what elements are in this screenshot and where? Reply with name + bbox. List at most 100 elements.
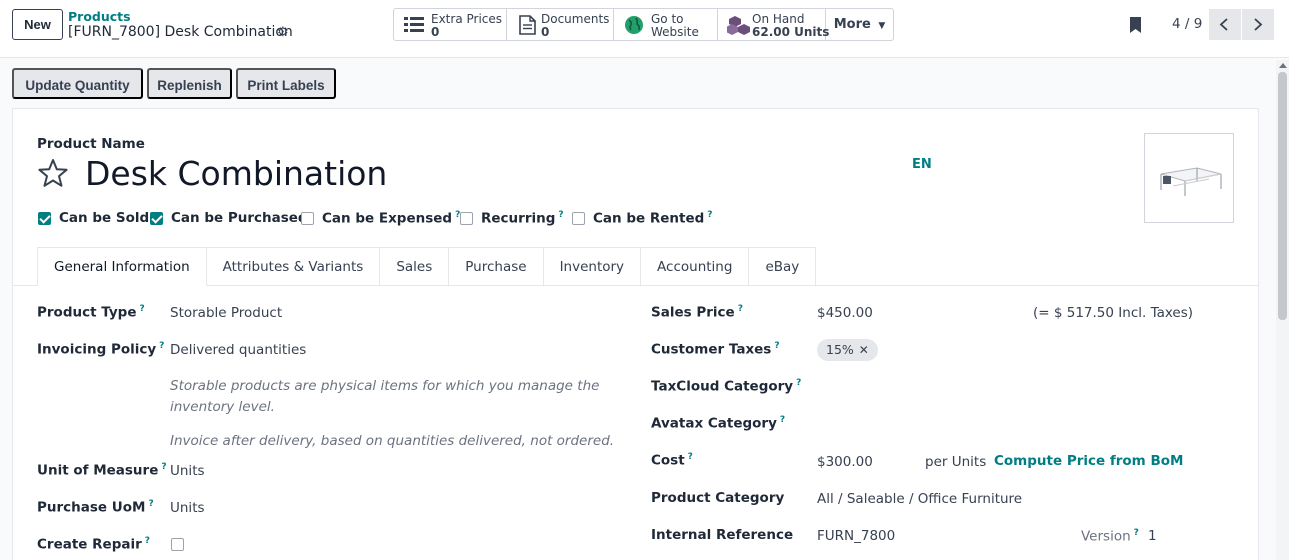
- help-icon[interactable]: ?: [774, 341, 779, 351]
- tab-accounting[interactable]: Accounting: [641, 247, 750, 286]
- help-icon[interactable]: ?: [145, 536, 150, 546]
- help-icon[interactable]: ?: [139, 304, 144, 314]
- tax-tag-label: 15%: [826, 342, 854, 357]
- purchase-uom-label: Purchase UoM?: [37, 499, 154, 516]
- cost-label: Cost?: [651, 452, 693, 469]
- create-repair-checkbox[interactable]: [171, 538, 184, 551]
- product-type-text: Product Type: [37, 304, 137, 321]
- scrollbar[interactable]: [1276, 60, 1289, 560]
- taxcloud-text: TaxCloud Category: [651, 378, 794, 395]
- tab-general-information[interactable]: General Information: [37, 247, 207, 286]
- globe-icon: [625, 16, 643, 34]
- documents-label: Documents: [541, 12, 610, 26]
- purchase-uom-text: Purchase UoM: [37, 499, 146, 516]
- smart-buttons: Extra Prices 0 Documents 0 Go to Website: [393, 8, 894, 41]
- recurring-text: Recurring: [481, 210, 556, 227]
- star-icon[interactable]: [37, 158, 69, 188]
- go-to-website-button[interactable]: Go to Website: [614, 9, 718, 40]
- product-name-input[interactable]: Desk Combination: [85, 154, 387, 193]
- sales-price-label: Sales Price?: [651, 304, 743, 321]
- print-labels-button[interactable]: Print Labels: [236, 68, 336, 99]
- version-field[interactable]: 1: [1148, 528, 1157, 544]
- caret-down-icon: ▼: [878, 21, 886, 31]
- product-image[interactable]: [1144, 133, 1234, 223]
- scrollbar-thumb[interactable]: [1278, 72, 1287, 320]
- customer-tax-tag[interactable]: 15% ✕: [817, 339, 878, 361]
- can-be-rented-checkbox[interactable]: [572, 212, 585, 225]
- documents-button[interactable]: Documents 0: [507, 9, 614, 40]
- bookmark-icon[interactable]: [1129, 16, 1142, 34]
- list-icon: [404, 17, 424, 32]
- help-icon[interactable]: ?: [161, 462, 166, 472]
- pager-value[interactable]: 4 / 9: [1172, 16, 1202, 32]
- update-quantity-button[interactable]: Update Quantity: [12, 68, 143, 99]
- gear-icon[interactable]: ⚙: [277, 25, 289, 40]
- pager-next-button[interactable]: [1242, 9, 1274, 40]
- control-panel: New Products [FURN_7800] Desk Combinatio…: [0, 0, 1289, 58]
- documents-count: 0: [541, 25, 550, 39]
- website-label-2: Website: [651, 25, 699, 39]
- chevron-left-icon: [1219, 18, 1228, 31]
- internal-reference-label: Internal Reference: [651, 527, 794, 543]
- help-icon[interactable]: ?: [707, 210, 712, 220]
- help-icon[interactable]: ?: [159, 341, 164, 351]
- unit-of-measure-field[interactable]: Units: [170, 463, 205, 479]
- help-icon[interactable]: ?: [738, 304, 743, 314]
- on-hand-button[interactable]: On Hand 62.00 Units: [718, 9, 829, 40]
- internal-reference-field[interactable]: FURN_7800: [817, 528, 895, 544]
- tab-sales[interactable]: Sales: [380, 247, 450, 286]
- desk-image-icon: [1160, 167, 1222, 196]
- customer-taxes-label: Customer Taxes?: [651, 341, 780, 358]
- recurring-checkbox[interactable]: [460, 212, 473, 225]
- help-icon[interactable]: ?: [558, 210, 563, 220]
- tab-inventory[interactable]: Inventory: [543, 247, 642, 286]
- breadcrumb-products[interactable]: Products: [68, 9, 131, 24]
- can-be-purchased-checkbox[interactable]: [150, 212, 163, 225]
- can-be-expensed-label: Can be Expensed?: [322, 210, 460, 227]
- tab-purchase[interactable]: Purchase: [449, 247, 544, 286]
- scroll-up-icon[interactable]: [1279, 63, 1287, 68]
- new-button[interactable]: New: [12, 9, 63, 40]
- product-name-label: Product Name: [37, 136, 145, 152]
- help-icon[interactable]: ?: [148, 499, 153, 509]
- product-type-field[interactable]: Storable Product: [170, 305, 282, 321]
- help-icon[interactable]: ?: [1134, 528, 1139, 538]
- notebook-tabs: General Information Attributes & Variant…: [37, 247, 817, 286]
- sales-price-text: Sales Price: [651, 304, 735, 321]
- purchase-uom-field[interactable]: Units: [170, 500, 205, 516]
- can-be-expensed-text: Can be Expensed: [322, 210, 453, 227]
- extra-prices-label: Extra Prices: [431, 12, 503, 26]
- can-be-sold-checkbox[interactable]: [38, 212, 51, 225]
- help-icon[interactable]: ?: [688, 452, 693, 462]
- can-be-rented-label: Can be Rented?: [593, 210, 713, 227]
- pager-previous-button[interactable]: [1209, 9, 1241, 40]
- compute-price-from-bom-button[interactable]: Compute Price from BoM: [994, 453, 1183, 469]
- replenish-button[interactable]: Replenish: [147, 68, 232, 99]
- close-icon[interactable]: ✕: [859, 343, 869, 357]
- language-button[interactable]: EN: [912, 157, 932, 172]
- cost-text: Cost: [651, 452, 685, 469]
- sales-price-field[interactable]: $450.00: [817, 305, 873, 321]
- can-be-expensed-checkbox[interactable]: [301, 212, 314, 225]
- customer-taxes-text: Customer Taxes: [651, 341, 772, 358]
- uom-text: Unit of Measure: [37, 462, 159, 479]
- avatax-text: Avatax Category: [651, 415, 777, 432]
- website-label-1: Go to: [651, 12, 684, 26]
- product-category-field[interactable]: All / Saleable / Office Furniture: [817, 491, 1022, 507]
- help-icon[interactable]: ?: [780, 415, 785, 425]
- invoicing-policy-label: Invoicing Policy?: [37, 341, 164, 358]
- tab-ebay[interactable]: eBay: [749, 247, 817, 286]
- more-button[interactable]: More ▼: [826, 9, 893, 40]
- cost-field[interactable]: $300.00: [817, 454, 873, 470]
- record-title: [FURN_7800] Desk Combination: [68, 24, 293, 40]
- taxcloud-category-label: TaxCloud Category?: [651, 378, 801, 395]
- help-icon[interactable]: ?: [796, 378, 801, 388]
- tab-attributes-variants[interactable]: Attributes & Variants: [206, 247, 381, 286]
- form-sheet: Product Name Desk Combination EN Can be …: [12, 108, 1259, 560]
- extra-prices-count: 0: [431, 25, 440, 39]
- invoicing-policy-field[interactable]: Delivered quantities: [170, 342, 306, 358]
- create-repair-label: Create Repair?: [37, 536, 150, 553]
- can-be-rented-text: Can be Rented: [593, 210, 705, 227]
- cubes-icon: [727, 16, 750, 35]
- extra-prices-button[interactable]: Extra Prices 0: [394, 9, 507, 40]
